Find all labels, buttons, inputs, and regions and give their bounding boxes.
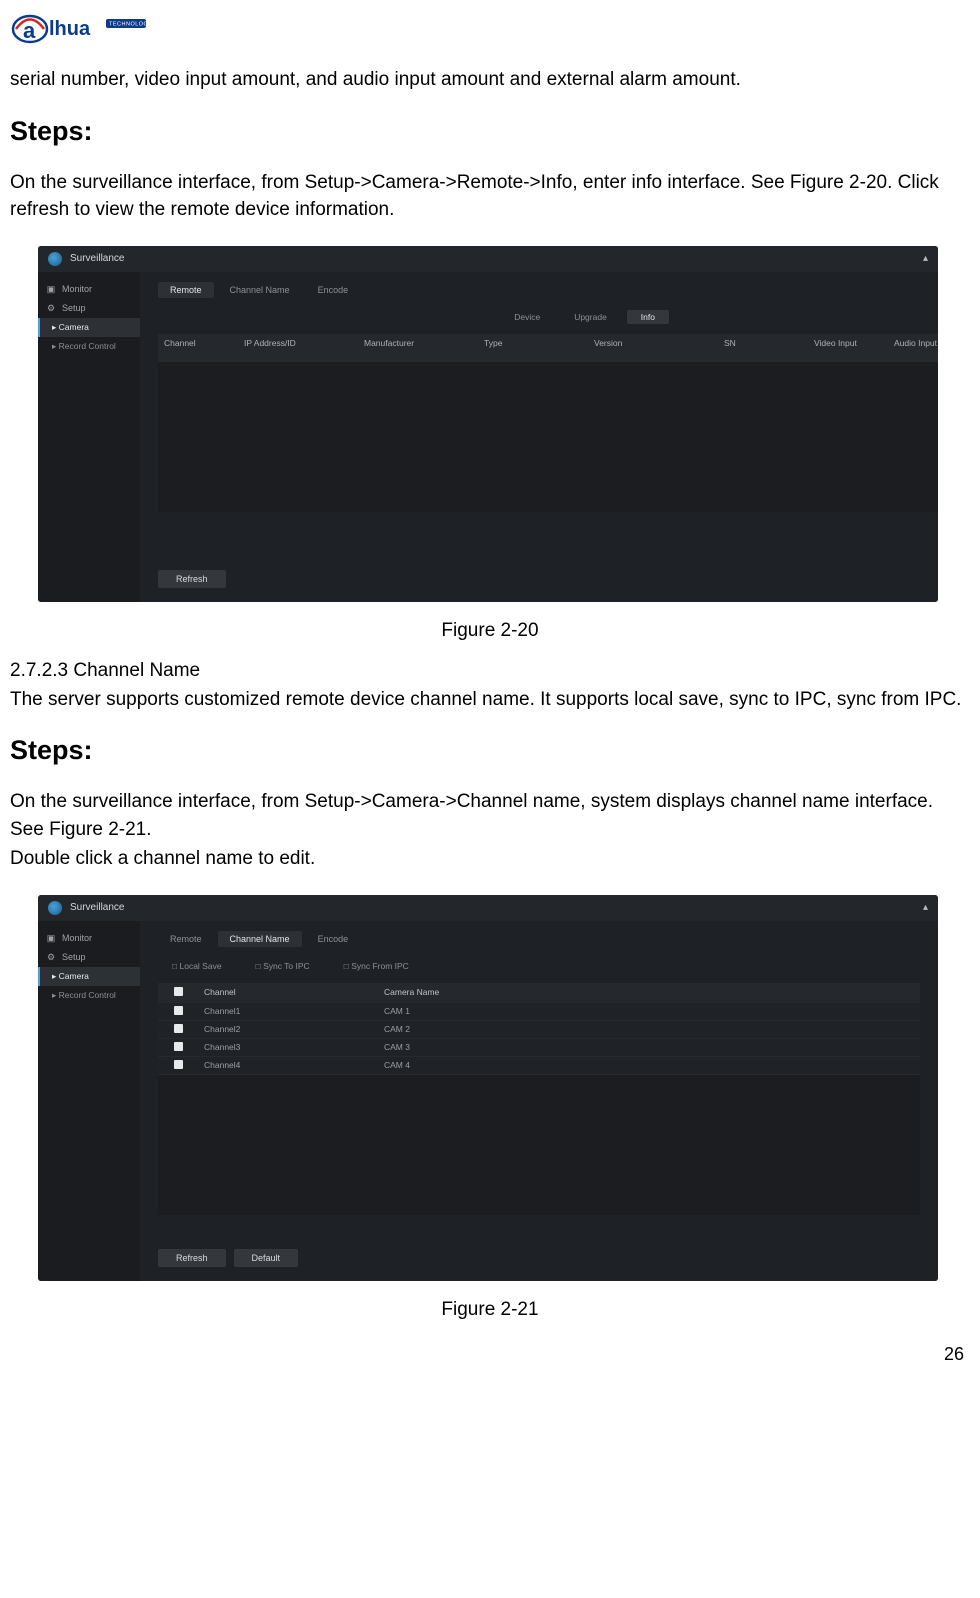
opt-local-save[interactable]: Local Save xyxy=(158,959,236,973)
steps2-text-2: Double click a channel name to edit. xyxy=(10,845,970,873)
col-ip: IP Address/ID xyxy=(238,338,358,358)
sidebar-item-monitor[interactable]: ▣Monitor xyxy=(38,929,140,948)
steps2-text-1: On the surveillance interface, from Setu… xyxy=(10,788,970,843)
tab-channel-name[interactable]: Channel Name xyxy=(218,931,302,947)
table-row[interactable]: Channel3 CAM 3 xyxy=(158,1039,920,1057)
app-icon xyxy=(48,252,62,266)
col-mfr: Manufacturer xyxy=(358,338,478,358)
sidebar: ▣Monitor ⚙Setup ▸ Camera ▸ Record Contro… xyxy=(38,921,140,1281)
brand-logo: lhua a TECHNOLOGY xyxy=(10,14,970,48)
col-channel: Channel xyxy=(158,338,238,358)
info-table-header: Channel IP Address/ID Manufacturer Type … xyxy=(158,334,938,362)
figure-2-21-screenshot: Surveillance ▴ ▣Monitor ⚙Setup ▸ Camera … xyxy=(38,895,938,1281)
subtab-device[interactable]: Device xyxy=(500,310,554,324)
notification-icon[interactable]: ▴ xyxy=(923,253,928,264)
tab-remote[interactable]: Remote xyxy=(158,931,214,947)
sidebar-sub-camera[interactable]: ▸ Camera xyxy=(38,318,140,337)
channel-table: Channel Camera Name Channel1 CAM 1 Chann… xyxy=(158,983,920,1215)
refresh-button[interactable]: Refresh xyxy=(158,570,226,588)
sidebar-item-setup[interactable]: ⚙Setup xyxy=(38,948,140,967)
col-channel: Channel xyxy=(198,987,378,997)
info-table-body-empty xyxy=(158,362,938,512)
app-icon xyxy=(48,901,62,915)
intro-text: serial number, video input amount, and a… xyxy=(10,66,970,94)
table-row[interactable]: Channel4 CAM 4 xyxy=(158,1057,920,1075)
tab-row: Remote Channel Name Encode xyxy=(140,282,938,310)
col-video-in: Video Input xyxy=(808,338,888,358)
col-audio-in: Audio Input xyxy=(888,338,938,358)
info-table: Channel IP Address/ID Manufacturer Type … xyxy=(158,334,938,512)
opt-sync-from-ipc[interactable]: Sync From IPC xyxy=(330,959,423,973)
subtab-upgrade[interactable]: Upgrade xyxy=(560,310,621,324)
channel-table-spacer xyxy=(158,1075,920,1215)
notification-icon[interactable]: ▴ xyxy=(923,902,928,913)
subtab-row: Device Upgrade Info xyxy=(140,310,938,334)
opt-sync-to-ipc[interactable]: Sync To IPC xyxy=(242,959,324,973)
sidebar-sub-camera[interactable]: ▸ Camera xyxy=(38,967,140,986)
steps-heading-2: Steps: xyxy=(10,735,970,766)
page-number: 26 xyxy=(944,1344,964,1365)
row-checkbox[interactable] xyxy=(174,1042,183,1051)
subtab-info[interactable]: Info xyxy=(627,310,669,324)
section-2-7-2-3-text: The server supports customized remote de… xyxy=(10,686,970,714)
col-sn: SN xyxy=(718,338,808,358)
sidebar-sub-record[interactable]: ▸ Record Control xyxy=(38,986,140,1005)
table-row[interactable]: Channel1 CAM 1 xyxy=(158,1003,920,1021)
row-checkbox[interactable] xyxy=(174,1024,183,1033)
tab-encode[interactable]: Encode xyxy=(306,931,361,947)
app-title: Surveillance xyxy=(70,253,124,264)
svg-text:lhua: lhua xyxy=(49,18,91,40)
svg-text:a: a xyxy=(23,18,36,43)
row-checkbox[interactable] xyxy=(174,1060,183,1069)
default-button[interactable]: Default xyxy=(234,1249,299,1267)
sidebar-sub-record[interactable]: ▸ Record Control xyxy=(38,337,140,356)
channel-table-header: Channel Camera Name xyxy=(158,983,920,1003)
option-row: Local Save Sync To IPC Sync From IPC xyxy=(140,959,938,983)
figure-2-21-caption: Figure 2-21 xyxy=(10,1299,970,1321)
row-checkbox[interactable] xyxy=(174,1006,183,1015)
col-type: Type xyxy=(478,338,588,358)
col-version: Version xyxy=(588,338,718,358)
tab-channel-name[interactable]: Channel Name xyxy=(218,282,302,298)
col-camera-name: Camera Name xyxy=(378,987,920,997)
tab-row: Remote Channel Name Encode xyxy=(140,931,938,959)
app-title: Surveillance xyxy=(70,902,124,913)
figure-2-20-caption: Figure 2-20 xyxy=(10,620,970,642)
sidebar-item-monitor[interactable]: ▣Monitor xyxy=(38,280,140,299)
steps-heading-1: Steps: xyxy=(10,116,970,147)
sidebar: ▣Monitor ⚙Setup ▸ Camera ▸ Record Contro… xyxy=(38,272,140,602)
app-titlebar: Surveillance ▴ xyxy=(38,895,938,921)
refresh-button[interactable]: Refresh xyxy=(158,1249,226,1267)
tab-encode[interactable]: Encode xyxy=(306,282,361,298)
table-row[interactable]: Channel2 CAM 2 xyxy=(158,1021,920,1039)
sidebar-item-setup[interactable]: ⚙Setup xyxy=(38,299,140,318)
app-titlebar: Surveillance ▴ xyxy=(38,246,938,272)
select-all-checkbox[interactable] xyxy=(174,987,183,996)
steps1-text: On the surveillance interface, from Setu… xyxy=(10,169,970,224)
figure-2-20-screenshot: Surveillance ▴ ▣Monitor ⚙Setup ▸ Camera … xyxy=(38,246,938,602)
section-2-7-2-3-heading: 2.7.2.3 Channel Name xyxy=(10,660,970,682)
tab-remote[interactable]: Remote xyxy=(158,282,214,298)
svg-text:TECHNOLOGY: TECHNOLOGY xyxy=(109,22,150,28)
